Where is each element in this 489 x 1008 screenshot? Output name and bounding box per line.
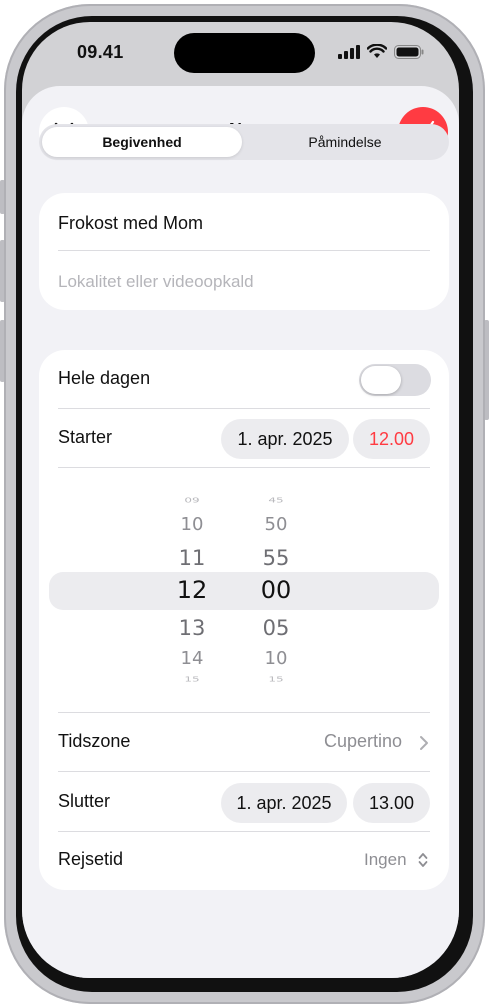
segment-reminder[interactable]: Påmindelse <box>244 127 446 157</box>
divider <box>58 467 430 468</box>
divider <box>58 831 430 832</box>
all-day-toggle[interactable] <box>359 364 431 396</box>
starts-label: Starter <box>58 427 113 447</box>
new-event-sheet: Ny Begivenhed Påmindelse Frokost med Mom… <box>22 86 459 978</box>
chevron-right-icon <box>420 736 428 750</box>
battery-icon <box>394 44 424 59</box>
travel-time-label: Rejsetid <box>58 849 124 869</box>
location-field[interactable]: Lokalitet eller videoopkald <box>58 272 254 292</box>
picker-minute[interactable]: 10 <box>251 648 301 669</box>
dynamic-island <box>174 33 315 73</box>
ends-date-button[interactable]: 1. apr. 2025 <box>221 783 347 823</box>
picker-hour[interactable]: 10 <box>167 514 217 535</box>
status-bar: 09.41 <box>22 22 459 82</box>
all-day-label: Hele dagen <box>58 368 151 388</box>
signal-icon <box>338 44 360 59</box>
picker-minute-selected[interactable]: 00 <box>251 576 301 604</box>
event-info-card: Frokost med Mom Lokalitet eller videoopk… <box>39 193 449 310</box>
divider <box>58 250 430 251</box>
picker-hour[interactable]: 13 <box>167 616 217 640</box>
picker-minute[interactable]: 55 <box>251 546 301 570</box>
picker-minute[interactable]: 15 <box>251 675 301 683</box>
chevron-up-down-icon <box>418 853 428 867</box>
toggle-knob <box>361 366 401 394</box>
time-picker-wheel[interactable]: 09 10 11 12 13 14 15 45 50 55 00 05 10 1… <box>39 478 449 688</box>
picker-hour[interactable]: 14 <box>167 648 217 669</box>
timezone-value[interactable]: Cupertino <box>324 731 402 752</box>
picker-minute[interactable]: 45 <box>251 496 301 504</box>
event-title-field[interactable]: Frokost med Mom <box>58 213 203 234</box>
wifi-icon <box>367 44 387 58</box>
event-details-card: Hele dagen Starter 1. apr. 2025 12.00 09… <box>39 350 449 890</box>
divider <box>58 408 430 409</box>
status-time: 09.41 <box>77 42 124 62</box>
picker-minute[interactable]: 05 <box>251 616 301 640</box>
divider <box>58 771 430 772</box>
timezone-label: Tidszone <box>58 731 131 751</box>
picker-hour[interactable]: 09 <box>167 496 217 504</box>
picker-hour[interactable]: 15 <box>167 675 217 683</box>
screen: 09.41 Begivenhed Påmindelse Frokost med … <box>22 22 459 978</box>
starts-date-button[interactable]: 1. apr. 2025 <box>221 419 349 459</box>
type-segmented-control: Begivenhed Påmindelse <box>39 124 449 160</box>
picker-hour-selected[interactable]: 12 <box>167 576 217 604</box>
ends-time-button[interactable]: 13.00 <box>353 783 430 823</box>
picker-hour[interactable]: 11 <box>167 546 217 570</box>
divider <box>58 712 430 713</box>
picker-selection-band <box>49 572 439 610</box>
ends-label: Slutter <box>58 791 111 811</box>
status-icons <box>338 44 424 59</box>
travel-time-value[interactable]: Ingen <box>364 850 407 870</box>
segment-event[interactable]: Begivenhed <box>42 127 242 157</box>
starts-time-button[interactable]: 12.00 <box>353 419 430 459</box>
picker-minute[interactable]: 50 <box>251 514 301 535</box>
